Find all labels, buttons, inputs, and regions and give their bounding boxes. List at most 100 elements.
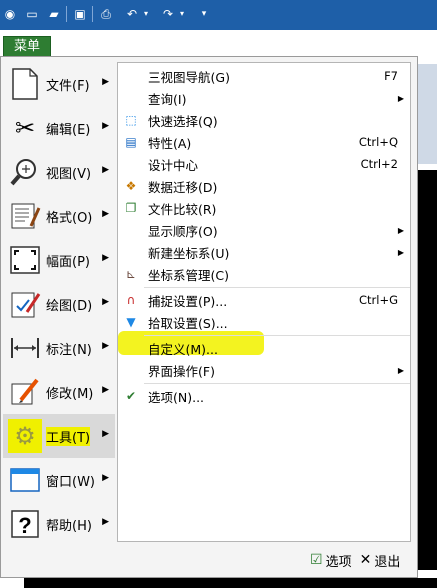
chevron-right-icon: ▶: [397, 247, 404, 257]
chevron-right-icon: ▶: [102, 341, 109, 351]
quick-select-icon: ⬚: [125, 113, 137, 127]
category-draw[interactable]: 绘图(D) ▶: [3, 282, 115, 326]
options-button[interactable]: ☑ 选项: [310, 551, 352, 570]
category-tools[interactable]: ⚙ 工具(T) ▶: [3, 414, 115, 458]
svg-text:?: ?: [18, 513, 31, 538]
menu-item-data-migration[interactable]: ❖ 数据迁移(D): [118, 175, 410, 197]
chevron-right-icon: ▶: [102, 165, 109, 175]
menu-item-options[interactable]: ✔ 选项(N)...: [118, 385, 410, 407]
shortcut-label: Ctrl+G: [358, 293, 398, 307]
menu-item-pick-settings[interactable]: ▼ 拾取设置(S)...: [118, 311, 410, 333]
shortcut-label: F7: [384, 69, 398, 83]
category-format[interactable]: 格式(O) ▶: [3, 194, 115, 238]
menu-item-properties[interactable]: ▤ 特性(A) Ctrl+Q: [118, 131, 410, 153]
menu-footer: ☑ 选项 ✕ 退出: [302, 550, 400, 570]
menu-tab[interactable]: 菜单: [3, 36, 51, 58]
chevron-right-icon: ▶: [102, 77, 109, 87]
drawing-canvas: [418, 170, 437, 570]
menu-item-label: 坐标系管理(C): [148, 267, 229, 283]
customize-icon[interactable]: ▾: [196, 6, 212, 22]
category-edit[interactable]: ✂ 编辑(E) ▶: [3, 106, 115, 150]
modify-pencil-icon: [8, 375, 42, 409]
format-brush-icon: [8, 199, 42, 233]
menu-item-customize[interactable]: 自定义(M)...: [118, 337, 410, 359]
menu-item-interface-ops[interactable]: 界面操作(F) ▶: [118, 359, 410, 381]
quick-access-toolbar: ◉ ▭ ▰ ▣ ⎙ ↶ ▾ ↷ ▾ ▾: [0, 0, 437, 30]
data-migration-icon: ❖: [125, 179, 137, 193]
category-help[interactable]: ? 帮助(H) ▶: [3, 502, 115, 546]
chevron-right-icon: ▶: [102, 121, 109, 131]
menu-item-quick-select[interactable]: ⬚ 快速选择(Q): [118, 109, 410, 131]
menu-item-display-order[interactable]: 显示顺序(O) ▶: [118, 219, 410, 241]
menu-item-new-ucs[interactable]: 新建坐标系(U) ▶: [118, 241, 410, 263]
frame-icon: [8, 243, 42, 277]
chevron-right-icon: ▶: [102, 429, 109, 439]
menu-item-ucs-manager[interactable]: ⊾ 坐标系管理(C): [118, 263, 410, 285]
menu-item-three-view-nav[interactable]: 三视图导航(G) F7: [118, 65, 410, 87]
background-area: [418, 64, 437, 164]
category-label: 视图(V): [46, 166, 92, 182]
category-label: 文件(F): [46, 78, 90, 94]
toolbar-separator: [92, 6, 93, 22]
category-label: 幅面(P): [46, 254, 90, 270]
menu-divider: [144, 287, 410, 288]
menu-item-query[interactable]: 查询(I) ▶: [118, 87, 410, 109]
category-modify[interactable]: 修改(M) ▶: [3, 370, 115, 414]
category-label: 绘图(D): [46, 298, 93, 314]
help-icon: ?: [8, 507, 42, 541]
category-file[interactable]: 文件(F) ▶: [3, 62, 115, 106]
pick-filter-icon: ▼: [126, 315, 136, 329]
chevron-right-icon: ▶: [102, 473, 109, 483]
save-icon[interactable]: ▣: [72, 6, 88, 22]
new-file-icon[interactable]: ▭: [24, 6, 40, 22]
menu-item-snap-settings[interactable]: ∩ 捕捉设置(P)... Ctrl+G: [118, 289, 410, 311]
category-sheet[interactable]: 幅面(P) ▶: [3, 238, 115, 282]
scissors-icon: ✂: [14, 114, 36, 142]
category-window[interactable]: 窗口(W) ▶: [3, 458, 115, 502]
menu-item-label: 显示顺序(O): [148, 223, 218, 239]
checkbox-check-icon: ☑: [310, 552, 323, 568]
menu-item-label: 快速选择(Q): [148, 113, 218, 129]
window-icon: [8, 463, 42, 497]
app-logo-icon[interactable]: ◉: [2, 6, 18, 22]
blank-page-icon: [8, 67, 42, 101]
menu-item-label: 三视图导航(G): [148, 69, 230, 85]
shortcut-label: Ctrl+2: [360, 157, 398, 171]
menu-item-label: 捕捉设置(P)...: [148, 293, 228, 309]
menu-item-label: 新建坐标系(U): [148, 245, 230, 261]
chevron-right-icon: ▶: [397, 225, 404, 235]
menu-item-label: 选项(N)...: [148, 389, 205, 405]
menu-item-label: 数据迁移(D): [148, 179, 218, 195]
category-label: 格式(O): [46, 210, 93, 226]
category-view[interactable]: 视图(V) ▶: [3, 150, 115, 194]
category-label: 标注(N): [46, 342, 92, 358]
options-button-label: 选项: [325, 554, 352, 570]
menu-divider: [144, 335, 410, 336]
menu-item-label: 文件比较(R): [148, 201, 217, 217]
redo-dropdown-icon[interactable]: ▾: [174, 6, 190, 22]
undo-dropdown-icon[interactable]: ▾: [138, 6, 154, 22]
print-icon[interactable]: ⎙: [98, 6, 114, 22]
coordinate-system-icon: ⊾: [125, 267, 137, 281]
drawing-canvas-bottom: [24, 578, 437, 588]
tools-submenu: 三视图导航(G) F7 查询(I) ▶ ⬚ 快速选择(Q) ▤ 特性(A) Ct…: [117, 62, 411, 542]
exit-button-label: 退出: [374, 554, 401, 570]
close-icon: ✕: [359, 552, 372, 568]
menu-categories: 文件(F) ▶ ✂ 编辑(E) ▶ 视图(V) ▶ 格式(O) ▶ 幅面(P) …: [3, 62, 115, 546]
category-dimension[interactable]: 标注(N) ▶: [3, 326, 115, 370]
category-label: 窗口(W): [46, 474, 95, 490]
shortcut-label: Ctrl+Q: [358, 135, 398, 149]
draw-pencil-icon: [8, 287, 42, 321]
chevron-right-icon: ▶: [102, 385, 109, 395]
checkmark-icon: ✔: [125, 389, 137, 403]
menu-item-file-compare[interactable]: ❐ 文件比较(R): [118, 197, 410, 219]
chevron-right-icon: ▶: [397, 365, 404, 375]
category-label: 帮助(H): [46, 518, 92, 534]
gear-icon: ⚙: [8, 419, 42, 453]
menu-item-label: 设计中心: [148, 157, 199, 173]
chevron-right-icon: ▶: [397, 93, 404, 103]
exit-button[interactable]: ✕ 退出: [360, 551, 401, 570]
open-folder-icon[interactable]: ▰: [46, 6, 62, 22]
chevron-right-icon: ▶: [102, 209, 109, 219]
menu-item-design-center[interactable]: 设计中心 Ctrl+2: [118, 153, 410, 175]
